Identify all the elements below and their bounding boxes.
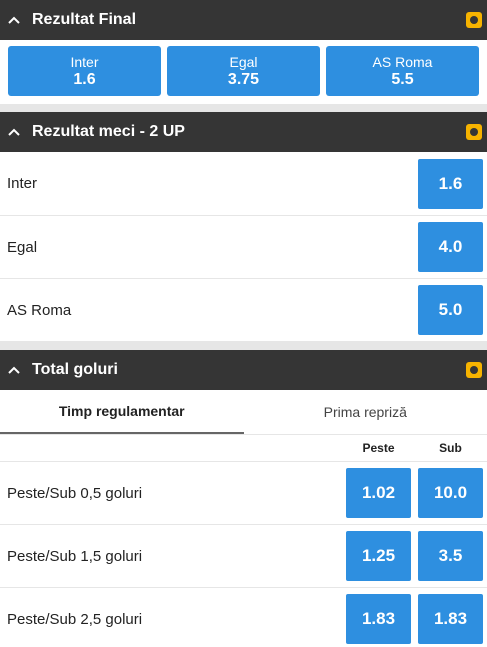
column-header-over: Peste — [362, 441, 395, 455]
option-odd: 3.75 — [227, 71, 260, 88]
odd-button-draw[interactable]: Egal 3.75 — [167, 46, 320, 96]
odd-button-under[interactable]: 1.83 — [418, 594, 483, 644]
odd-button[interactable]: 5.0 — [418, 285, 483, 335]
selection-row: Egal 4.0 — [0, 216, 487, 279]
live-stats-icon[interactable] — [466, 12, 482, 28]
market-header-final-result[interactable]: Rezultat Final — [0, 0, 487, 40]
selection-row: Inter 1.6 — [0, 152, 487, 216]
odd-button[interactable]: 4.0 — [418, 222, 483, 272]
live-stats-icon[interactable] — [466, 124, 482, 140]
tab-full-time[interactable]: Timp regulamentar — [0, 390, 244, 434]
selection-label: Egal — [7, 238, 38, 256]
selection-label: Peste/Sub 0,5 goluri — [7, 484, 143, 502]
selection-label: AS Roma — [7, 301, 72, 319]
selection-row: Peste/Sub 1,5 goluri 1.25 3.5 — [0, 525, 487, 588]
market-header-two-up[interactable]: Rezultat meci - 2 UP — [0, 112, 487, 152]
odd-button-over[interactable]: 1.25 — [346, 531, 411, 581]
option-name: Inter — [70, 54, 99, 70]
market-title: Rezultat Final — [32, 11, 137, 28]
selection-label: Inter — [7, 175, 38, 192]
odd-button-over[interactable]: 1.02 — [346, 468, 411, 518]
selection-label: Peste/Sub 1,5 goluri — [7, 547, 143, 565]
selection-row: AS Roma 5.0 — [0, 279, 487, 342]
option-name: AS Roma — [372, 54, 433, 70]
odd-button[interactable]: 1.6 — [418, 158, 483, 209]
selection-label: Peste/Sub 2,5 goluri — [7, 610, 143, 628]
selection-row: Peste/Sub 0,5 goluri 1.02 10.0 — [0, 462, 487, 525]
tab-first-half[interactable]: Prima repriză — [244, 390, 487, 434]
chevron-up-icon[interactable] — [8, 126, 20, 138]
live-stats-icon[interactable] — [466, 362, 482, 378]
column-header-under: Sub — [439, 441, 462, 455]
chevron-up-icon[interactable] — [8, 14, 20, 26]
market-title: Rezultat meci - 2 UP — [32, 123, 185, 140]
option-odd: 5.5 — [391, 71, 414, 88]
selection-row: Peste/Sub 2,5 goluri 1.83 1.83 — [0, 588, 487, 647]
odd-button-over[interactable]: 1.83 — [346, 594, 411, 644]
odd-button-inter[interactable]: Inter 1.6 — [8, 46, 161, 96]
option-name: Egal — [229, 54, 258, 70]
odd-button-under[interactable]: 10.0 — [418, 468, 483, 518]
option-odd: 1.6 — [73, 71, 96, 88]
chevron-up-icon[interactable] — [8, 364, 20, 376]
odd-button-under[interactable]: 3.5 — [418, 531, 483, 581]
final-result-options: Inter 1.6 Egal 3.75 AS Roma 5.5 — [0, 40, 487, 104]
market-title: Total goluri — [32, 361, 118, 378]
odd-button-as-roma[interactable]: AS Roma 5.5 — [326, 46, 479, 96]
period-tabs: Timp regulamentar Prima repriză — [0, 390, 487, 434]
section-divider — [0, 104, 487, 112]
section-divider — [0, 342, 487, 350]
market-header-total-goals[interactable]: Total goluri — [0, 350, 487, 390]
column-headers: Peste Sub — [0, 435, 487, 462]
